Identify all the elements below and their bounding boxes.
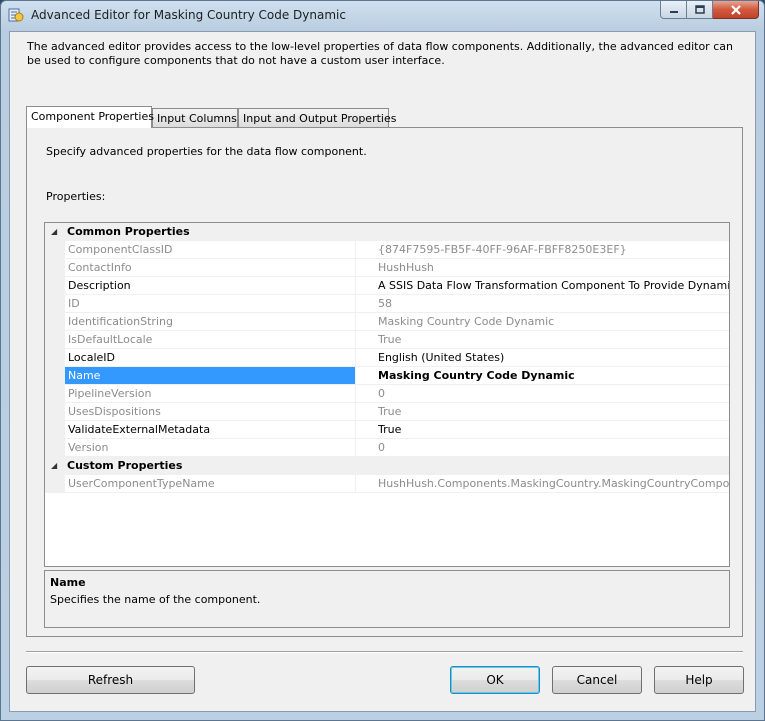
property-row-pipelineversion[interactable]: PipelineVersion 0 — [45, 385, 729, 403]
tab-input-columns[interactable]: Input Columns — [152, 108, 238, 127]
property-value: True — [356, 331, 729, 349]
property-grid[interactable]: ◢ Common Properties ComponentClassID {87… — [44, 222, 730, 567]
property-row-identificationstring[interactable]: IdentificationString Masking Country Cod… — [45, 313, 729, 331]
property-row-isdefaultlocale[interactable]: IsDefaultLocale True — [45, 331, 729, 349]
tab-input-output-properties[interactable]: Input and Output Properties — [238, 108, 396, 127]
property-row-localeid[interactable]: LocaleID English (United States) — [45, 349, 729, 367]
properties-label: Properties: — [46, 190, 106, 203]
category-common-properties[interactable]: ◢ Common Properties — [45, 223, 729, 241]
ok-button[interactable]: OK — [450, 666, 540, 694]
property-value: HushHush — [356, 259, 729, 277]
close-icon — [730, 4, 741, 15]
property-value: HushHush.Components.MaskingCountry.Maski… — [356, 475, 729, 493]
property-name: LocaleID — [65, 349, 356, 367]
title-bar[interactable]: Advanced Editor for Masking Country Code… — [1, 1, 764, 29]
property-name: UserComponentTypeName — [65, 475, 356, 493]
category-custom-properties[interactable]: ◢ Custom Properties — [45, 457, 729, 475]
help-text: Specifies the name of the component. — [50, 593, 261, 606]
property-row-description[interactable]: Description A SSIS Data Flow Transformat… — [45, 277, 729, 295]
window-title: Advanced Editor for Masking Country Code… — [31, 8, 346, 22]
panel-description: Specify advanced properties for the data… — [46, 145, 367, 158]
property-value: 0 — [356, 439, 729, 457]
cancel-button[interactable]: Cancel — [552, 666, 642, 694]
property-row-usercomponenttypename[interactable]: UserComponentTypeName HushHush.Component… — [45, 475, 729, 493]
property-row-componentclassid[interactable]: ComponentClassID {874F7595-FB5F-40FF-96A… — [45, 241, 729, 259]
property-value[interactable]: Masking Country Code Dynamic — [356, 367, 729, 385]
property-name: IdentificationString — [65, 313, 356, 331]
property-name: ContactInfo — [65, 259, 356, 277]
tab-component-properties[interactable]: Component Properties — [26, 106, 154, 128]
property-name: ID — [65, 295, 356, 313]
collapse-triangle-icon[interactable]: ◢ — [51, 227, 57, 236]
property-value: 58 — [356, 295, 729, 313]
close-button[interactable] — [713, 1, 759, 19]
divider — [26, 651, 743, 653]
intro-text: The advanced editor provides access to t… — [27, 40, 733, 67]
property-name: Version — [65, 439, 356, 457]
property-value: {874F7595-FB5F-40FF-96AF-FBFF8250E3EF} — [356, 241, 729, 259]
property-row-name[interactable]: Name Masking Country Code Dynamic — [45, 367, 729, 385]
maximize-icon — [694, 5, 705, 14]
property-value[interactable]: A SSIS Data Flow Transformation Componen… — [356, 277, 729, 295]
property-name: UsesDispositions — [65, 403, 356, 421]
property-value: Masking Country Code Dynamic — [356, 313, 729, 331]
refresh-button[interactable]: Refresh — [26, 666, 195, 694]
property-row-validateexternalmetadata[interactable]: ValidateExternalMetadata True — [45, 421, 729, 439]
dialog-body: The advanced editor provides access to t… — [9, 31, 756, 712]
property-row-usesdispositions[interactable]: UsesDispositions True — [45, 403, 729, 421]
property-name: Description — [65, 277, 356, 295]
property-name: IsDefaultLocale — [65, 331, 356, 349]
property-row-id[interactable]: ID 58 — [45, 295, 729, 313]
property-row-version[interactable]: Version 0 — [45, 439, 729, 457]
category-label: Custom Properties — [65, 457, 729, 475]
maximize-button[interactable] — [687, 1, 713, 19]
property-name: PipelineVersion — [65, 385, 356, 403]
property-value[interactable]: True — [356, 421, 729, 439]
property-value: True — [356, 403, 729, 421]
property-name: ValidateExternalMetadata — [65, 421, 356, 439]
ssis-component-icon — [8, 8, 24, 22]
category-label: Common Properties — [65, 223, 729, 241]
minimize-icon — [669, 10, 678, 13]
property-value[interactable]: English (United States) — [356, 349, 729, 367]
property-name: Name — [65, 367, 356, 385]
tab-panel: Specify advanced properties for the data… — [26, 127, 743, 637]
property-name: ComponentClassID — [65, 241, 356, 259]
advanced-editor-window: Advanced Editor for Masking Country Code… — [0, 0, 765, 721]
collapse-triangle-icon[interactable]: ◢ — [51, 461, 57, 470]
property-help-box: Name Specifies the name of the component… — [44, 570, 730, 628]
help-button[interactable]: Help — [654, 666, 744, 694]
minimize-button[interactable] — [660, 1, 687, 19]
help-title: Name — [50, 576, 86, 589]
property-row-contactinfo[interactable]: ContactInfo HushHush — [45, 259, 729, 277]
property-value: 0 — [356, 385, 729, 403]
